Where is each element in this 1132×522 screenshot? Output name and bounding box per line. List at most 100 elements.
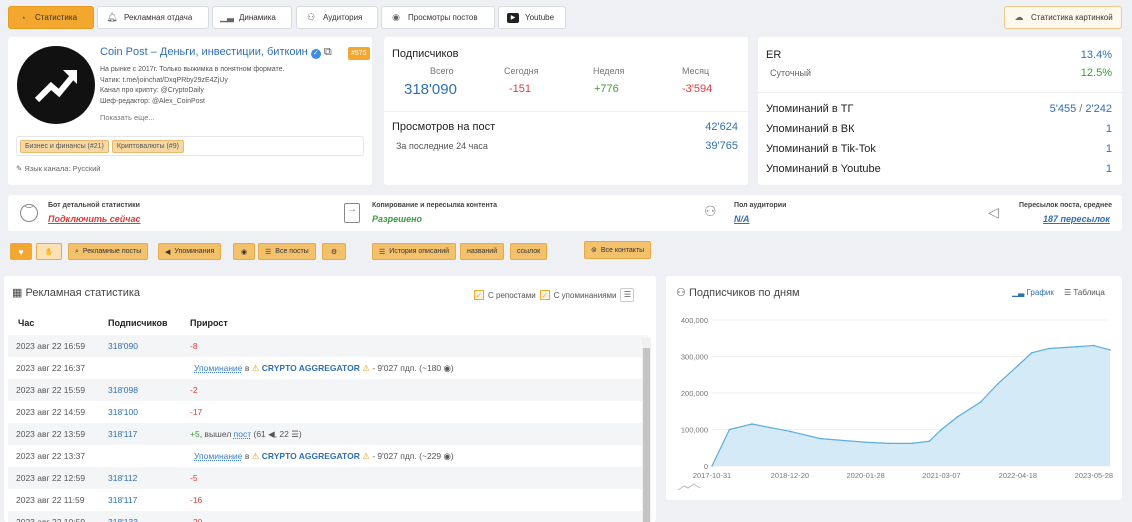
settings-button[interactable]: ⚙ xyxy=(322,243,346,260)
eye-icon: ◉ xyxy=(240,248,248,256)
y-tick-label: 400,000 xyxy=(681,316,708,325)
data-point xyxy=(1065,346,1068,349)
mention-link[interactable]: Упоминание xyxy=(194,363,243,373)
reply-icon: ◀ xyxy=(165,248,171,256)
mention-link[interactable]: Упоминание xyxy=(194,451,243,461)
channel-link[interactable]: CRYPTO AGGREGATOR xyxy=(259,363,362,373)
row-gain: -2 xyxy=(190,385,198,395)
views-value: 42'624 xyxy=(705,121,738,133)
forward-value[interactable]: 187 пересылок xyxy=(1043,214,1110,224)
show-more-link[interactable]: Показать еще... xyxy=(100,113,155,122)
all-contacts-button[interactable]: ⊚ Все контакты xyxy=(584,241,652,259)
tab-youtube[interactable]: ▶ Youtube xyxy=(498,6,566,29)
subscribers-area xyxy=(712,345,1110,466)
export-icon[interactable]: ☰ xyxy=(620,288,635,302)
row-gain: -5 xyxy=(190,473,198,483)
er-label: ER xyxy=(766,49,782,61)
chart-panel: ⚇ Подписчиков по дням ▁▃ График ☰ Таблиц… xyxy=(666,276,1122,500)
y-tick-label: 100,000 xyxy=(681,426,708,435)
tg-mentions-value[interactable]: 5'455 / 2'242 xyxy=(1050,103,1112,115)
tg-mentions-label: Упоминаний в ТГ xyxy=(766,103,854,115)
gear-icon: ⚙ xyxy=(330,248,338,256)
table-row: 2023 авг 22 13:59 318'117 +5, вышел пост (… xyxy=(8,423,648,445)
users-icon: ⚇ xyxy=(676,287,686,299)
paw-button[interactable]: ✋ xyxy=(36,243,62,260)
verified-icon: ✓ xyxy=(310,49,321,59)
chat-link[interactable]: Чатик: t.me/joinchat/DxqPRby29zE4ZjUy xyxy=(100,76,365,87)
tab-post-views[interactable]: ◉ Просмотры постов xyxy=(381,6,495,29)
users-icon: ⚇ xyxy=(704,203,717,219)
eye-icon: ◉ xyxy=(392,12,400,22)
bell-icon: 🔔︎ xyxy=(106,12,118,22)
scrollbar[interactable] xyxy=(642,338,651,522)
data-point xyxy=(1048,347,1050,350)
names-button[interactable]: названий xyxy=(460,243,505,260)
rank-badge[interactable]: #575 xyxy=(348,47,370,60)
stats-image-button[interactable]: ☁ Статистика картинкой xyxy=(1004,6,1122,29)
gender-title: Пол аудитории xyxy=(734,202,787,209)
data-point xyxy=(751,423,753,425)
data-point xyxy=(1093,344,1095,347)
x-tick-label: 2017-10-31 xyxy=(693,471,731,480)
table-row: 2023 авг 22 16:37 Упоминание в ⚠ CRYPTO A… xyxy=(8,357,648,379)
tab-statistics[interactable]: ◔ Статистика xyxy=(8,6,94,29)
navigator-mini-icon xyxy=(677,483,701,491)
scrollbar-thumb[interactable] xyxy=(643,348,650,522)
gender-value[interactable]: N/A xyxy=(734,214,750,224)
graph-tab[interactable]: ▁▃ График xyxy=(1012,288,1054,297)
tab-dynamics[interactable]: ▁▃ Динамика xyxy=(212,6,292,29)
table-row: 2023 авг 22 16:59 318'090 -8 xyxy=(8,335,648,357)
data-point xyxy=(819,437,822,440)
table-row: 2023 авг 22 15:59 318'098 -2 xyxy=(8,379,648,401)
category-crypto[interactable]: Криптовалюты (#9) xyxy=(111,140,184,153)
total-label: Всего xyxy=(430,66,454,76)
vk-mentions-value[interactable]: 1 xyxy=(1106,123,1112,135)
row-time: 2023 авг 22 16:59 xyxy=(16,341,86,351)
channel-avatar[interactable] xyxy=(17,46,95,124)
stats-icon: ▦ xyxy=(12,287,23,299)
copy-value: Разрешено xyxy=(372,214,423,224)
daily-label: Суточный xyxy=(770,68,811,78)
channel-link[interactable]: CRYPTO AGGREGATOR xyxy=(259,451,362,461)
yt-mentions-value[interactable]: 1 xyxy=(1106,163,1112,175)
history-button[interactable]: ☰ История описаний xyxy=(372,243,457,260)
links-button[interactable]: ссылок xyxy=(510,243,548,260)
copy-icon[interactable]: ⧉ xyxy=(324,46,332,58)
row-time: 2023 авг 22 11:59 xyxy=(16,495,85,505)
eye-icon: ◉) xyxy=(443,362,454,373)
sad-face-icon: ︶ xyxy=(20,204,38,222)
week-value: +776 xyxy=(594,83,619,95)
subscribers-chart[interactable]: 0 100,000 200,000 300,000 400,000 2017-10-31 2… xyxy=(666,300,1122,500)
all-posts-button[interactable]: ☰ Все посты xyxy=(258,243,316,260)
mentions-button[interactable]: ◀ Упоминания xyxy=(158,243,222,260)
eye-button[interactable]: ◉ xyxy=(233,243,255,260)
with-mentions-checkbox[interactable]: ✓ xyxy=(539,290,550,300)
favorite-button[interactable]: ♥ xyxy=(10,243,32,260)
row-time: 2023 авг 22 13:37 xyxy=(16,451,86,461)
data-point xyxy=(1076,345,1079,348)
category-business[interactable]: Бизнес и финансы (#21) xyxy=(20,140,109,153)
tiktok-mentions-value[interactable]: 1 xyxy=(1106,143,1112,155)
tab-audience[interactable]: ⚇ Аудитория xyxy=(296,6,378,29)
editor-link[interactable]: Шеф-редактор: @Alex_CoinPost xyxy=(100,97,365,108)
paw-icon: ✋ xyxy=(44,248,54,256)
channel-name[interactable]: Coin Post – Деньги, инвестиции, биткоин … xyxy=(100,46,332,59)
connect-bot-link[interactable]: Подключить сейчас xyxy=(48,214,141,224)
crypto-link[interactable]: Канал про крипту: @CryptoDaily xyxy=(100,86,365,97)
y-tick-label: 200,000 xyxy=(681,389,708,398)
row-gain: -8 xyxy=(190,341,198,351)
table-row: 2023 авг 22 13:37 Упоминание в ⚠ CRYPTO A… xyxy=(8,445,648,467)
last24-value: 39'765 xyxy=(705,140,738,152)
users-icon: ⚇ xyxy=(306,12,316,22)
post-link[interactable]: пост xyxy=(234,429,251,439)
category-box: Бизнес и финансы (#21) Криптовалюты (#9) xyxy=(16,136,364,156)
table-tab[interactable]: ☰ Таблица xyxy=(1064,288,1105,297)
warning-icon: ⚠ xyxy=(362,362,370,373)
data-point xyxy=(1109,349,1111,351)
row-subscribers: 318'090 xyxy=(108,341,138,351)
with-reposts-checkbox[interactable]: ✓ xyxy=(474,290,484,300)
ad-posts-button[interactable]: ⌕ Рекламные посты xyxy=(68,243,149,260)
row-subscribers: 318'133 xyxy=(108,517,138,522)
warning-icon: ⚠ xyxy=(362,450,370,461)
tab-ad-return[interactable]: 🔔︎ Рекламная отдача xyxy=(97,6,209,29)
